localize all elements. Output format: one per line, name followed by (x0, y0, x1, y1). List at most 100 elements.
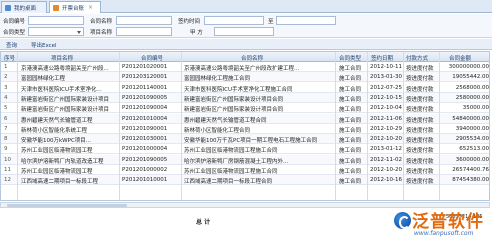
table-cell: 2012-11-02 (370, 156, 402, 163)
sign-date-to-input[interactable] (276, 16, 336, 25)
table-cell: 新建富岩街区广州国际家装设计项目合同 (184, 96, 284, 103)
table-row[interactable]: 12 江西域高速二期项目一标段工程 P201201010001 江西域高速二期项目一标… (1, 175, 489, 186)
party-a-label: 甲 方 (190, 30, 203, 36)
table-cell: 87454380.00 (452, 177, 489, 184)
scrollbar-thumb[interactable] (7, 204, 127, 207)
to-label: 至 (268, 19, 274, 25)
table-row[interactable]: 10 哈尔滨炉溶新鸭厂内轨道改造工程 P201201090005 哈尔滨炉溶新鸭厂房钢… (1, 154, 489, 165)
table-cell: P201203120001 (122, 74, 168, 81)
column-header[interactable]: 合同名称 (241, 54, 263, 62)
table-row[interactable]: 2 富园园林绿化工程 P201203120001 富园园林绿化工程施工合同 施工合同 20… (1, 72, 489, 83)
contract-type-select[interactable] (28, 27, 84, 36)
table-header: 序号 项目名称 合同编号 合同名称 合同类型 签约日期 付款方式 合同金额 (1, 52, 489, 62)
table-cell: 19055442.00 (452, 74, 489, 81)
contract-name-label: 合同名称 (90, 19, 113, 25)
column-header[interactable]: 序号 (4, 54, 15, 62)
column-header[interactable]: 合同类型 (339, 54, 361, 62)
tab-label: 我的桌面 (14, 5, 37, 12)
table-cell: 652513.00 (459, 146, 489, 153)
query-button[interactable]: 查询 (3, 40, 20, 49)
table-cell: 施工合同 (339, 117, 362, 124)
table-cell: 6 (4, 115, 8, 122)
export-excel-button[interactable]: 导出Excel (28, 40, 60, 49)
table-cell: 新建富岩街区广州国际家装设计项目 (21, 96, 110, 103)
table-cell: 2012-10-15 (370, 94, 402, 101)
table-cell: 按进度付款 (406, 179, 434, 186)
table-row[interactable]: 9 苏州工业园区临港物流园工程 P201201000004 苏州工业园区临港物流园工程… (1, 144, 489, 155)
table-cell: 施工合同 (339, 76, 362, 83)
total-label: 总 计 (196, 219, 211, 226)
table-row[interactable]: 1 京港澳高速公路粤境韶关至广州段... P201201020001 京港澳高速公路粤… (1, 62, 489, 72)
table-row[interactable]: 3 天津市医科医院ICU手术室净化... P201201140001 天津市医科医院I… (1, 83, 489, 93)
table-cell: 新林荷小区智能化系统工程 (21, 127, 88, 134)
table-cell: 按进度付款 (406, 138, 434, 145)
column-header[interactable]: 签约日期 (371, 54, 393, 62)
table-cell: 按进度付款 (406, 148, 434, 155)
table-cell: P201201000002 (122, 167, 168, 173)
table-cell: 江西域高速二期项目一标段工程合同 (184, 179, 273, 186)
table-cell: 施工合同 (339, 127, 362, 134)
tab-bar: 我的桌面 开票台账 × (0, 0, 492, 13)
table-cell: 2905534.00 (455, 136, 489, 143)
table-cell: 按进度付款 (406, 158, 434, 165)
table-cell: 2012-07-25 (370, 84, 402, 91)
party-a-input[interactable] (214, 27, 274, 36)
column-header[interactable]: 合同金额 (449, 54, 471, 62)
brand-watermark: 泛普软件 www.fanpusoft.com (388, 207, 492, 242)
table-cell: 施工合同 (339, 169, 362, 175)
table-cell: 10 (4, 156, 11, 163)
table-cell: 2580000.00 (455, 94, 489, 101)
table-cell: 天津市医科医院ICU手术室净化工程施工合同 (184, 86, 293, 93)
table-cell: 按进度付款 (406, 127, 434, 134)
table-row[interactable]: 6 惠州碧建天然气长输管道工程 P201201010004 惠州碧建天然气长输管道工程… (1, 113, 489, 124)
column-header[interactable]: 付款方式 (406, 54, 428, 62)
table-cell: 京港澳高速公路粤境韶关至广州段改扩建工程... (184, 66, 300, 72)
table-cell: 新建富岩街区广州国际家装设计项目合同 (184, 107, 284, 114)
contract-type-label: 合同类型 (3, 30, 26, 36)
table-cell: 京港澳高速公路粤境韶关至广州段... (21, 66, 109, 72)
table-row[interactable]: 11 苏州工业园区临港物流园工程 P201201000002 苏州工业园区临港物流园工… (1, 165, 489, 175)
table-cell: P201201010001 (122, 177, 168, 184)
table-cell: P201201000004 (122, 146, 168, 153)
invoice-table: 序号 项目名称 合同编号 合同名称 合同类型 签约日期 付款方式 合同金额 1 京… (0, 51, 490, 201)
tab-my-desktop[interactable]: 我的桌面 (1, 1, 47, 13)
table-cell: 2012-10-11 (370, 64, 402, 70)
table-cell: 按进度付款 (406, 76, 434, 83)
table-row[interactable]: 7 新林荷小区智能化系统工程 P201201090001 新林荷小区智能化工程合同 施工… (1, 124, 489, 134)
table-cell: 施工合同 (339, 179, 362, 186)
sign-date-from-input[interactable] (204, 16, 264, 25)
table-cell: 苏州工业园区临港物流园工程 (21, 169, 93, 175)
table-cell: P201201030001 (122, 136, 168, 143)
project-name-label: 项目名称 (90, 30, 113, 36)
column-header[interactable]: 项目名称 (51, 54, 73, 62)
table-cell: P201201020001 (122, 64, 168, 70)
project-name-input[interactable] (116, 27, 172, 36)
table-cell: 安徽华能100万千瓦PC项目一期工程电石工程施工合同 (184, 138, 318, 145)
table-cell: 3600000.00 (455, 156, 489, 163)
table-cell: 施工合同 (339, 138, 362, 145)
table-row[interactable]: 5 新建富岩街区广州国际家装设计项目 P201201090004 新建富岩街区广州国际… (1, 103, 489, 114)
contract-no-input[interactable] (28, 16, 84, 25)
contract-name-input[interactable] (116, 16, 172, 25)
table-cell: 施工合同 (339, 96, 362, 103)
table-cell: 300000000.00 (448, 64, 489, 70)
table-row[interactable]: 4 新建富岩街区广州国际家装设计项目 P201201090005 新建富岩街区广州国际… (1, 92, 489, 103)
table-cell: 哈尔滨炉溶新鸭厂房钢筋混凝土工程内外... (184, 158, 289, 165)
ledger-icon (53, 4, 59, 11)
close-icon[interactable]: × (88, 4, 93, 11)
table-cell: 2012-10-20 (370, 136, 402, 143)
table-cell: 35000.00 (462, 105, 489, 112)
column-header[interactable]: 合同编号 (141, 54, 163, 62)
table-cell: 2013-01-30 (370, 74, 402, 81)
table-cell: 7 (4, 125, 8, 132)
tab-invoice-ledger[interactable]: 开票台账 × (49, 1, 101, 13)
table-cell: P201201010004 (122, 115, 168, 122)
table-cell: 新建富岩街区广州国际家装设计项目 (21, 107, 110, 114)
table-cell: 3 (4, 84, 8, 91)
sign-date-label: 签约时间 (178, 19, 201, 25)
table-row[interactable]: 8 安徽华能100万kWPC项目... P201201030001 安徽华能100万千… (1, 134, 489, 145)
table-cell: 施工合同 (339, 107, 362, 114)
table-cell: 12 (4, 177, 11, 184)
table-cell: 施工合同 (339, 66, 362, 72)
table-cell: 2012-10-29 (370, 125, 402, 132)
